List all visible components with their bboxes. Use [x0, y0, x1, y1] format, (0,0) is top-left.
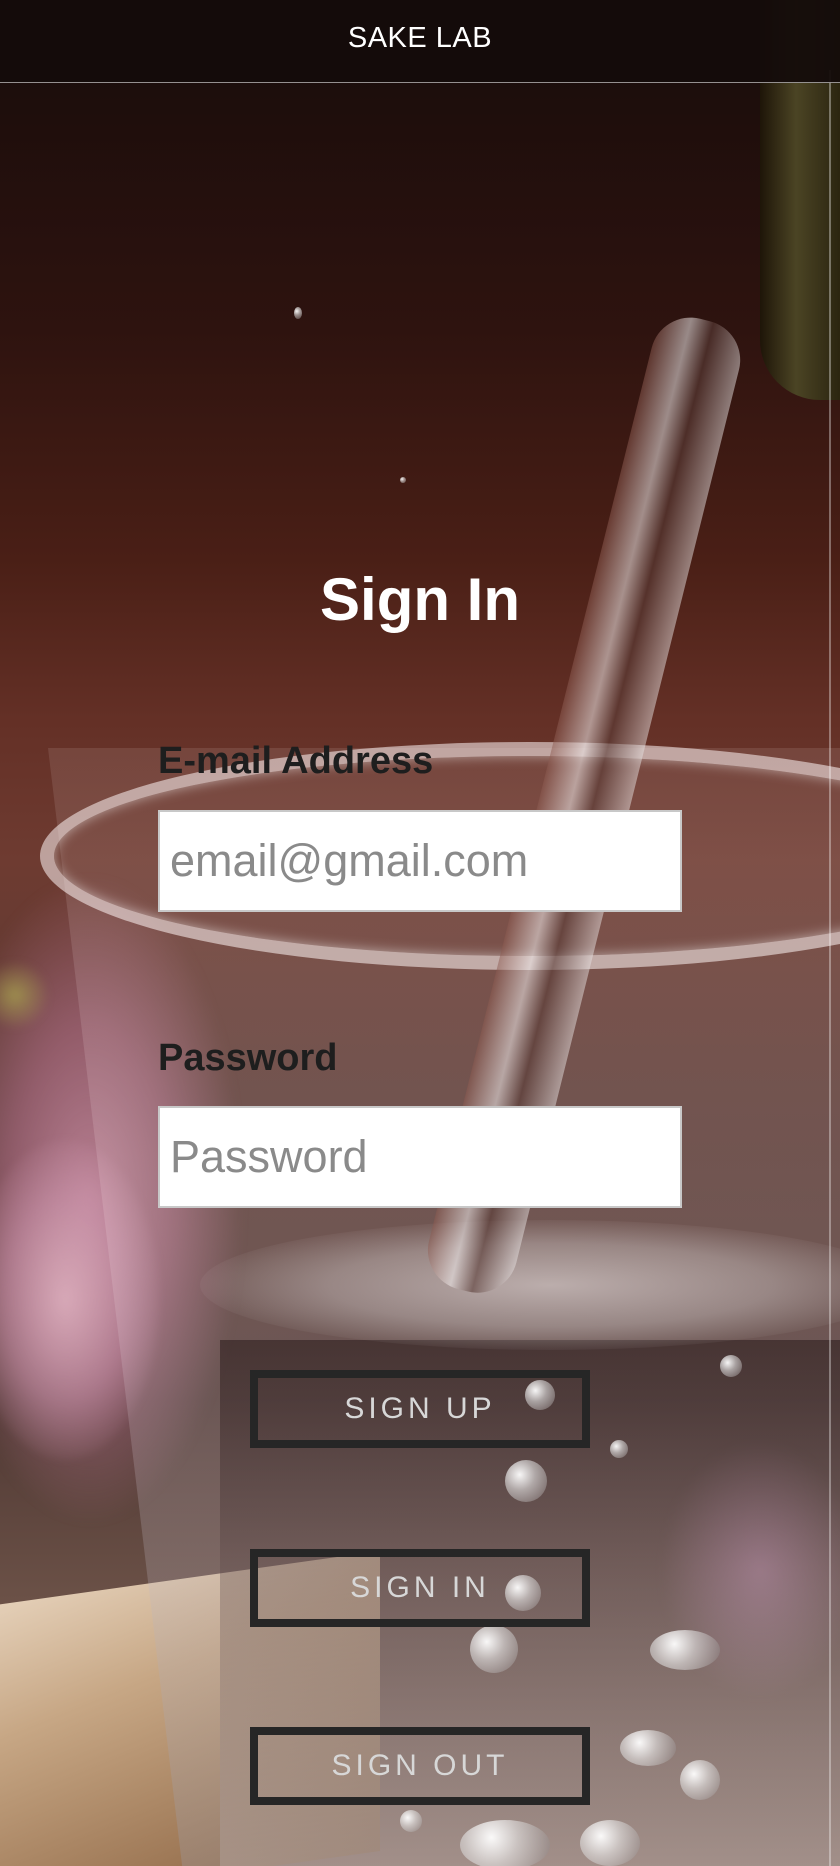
sign-in-button[interactable]: SIGN IN — [250, 1549, 590, 1627]
page-title: Sign In — [320, 566, 520, 633]
password-label: Password — [158, 1037, 338, 1079]
sign-up-button[interactable]: SIGN UP — [250, 1370, 590, 1448]
sign-out-button[interactable]: SIGN OUT — [250, 1727, 590, 1805]
email-field[interactable] — [158, 810, 682, 912]
email-label: E-mail Address — [158, 740, 434, 782]
sign-in-form: Sign In E-mail Address Password SIGN UP … — [0, 0, 840, 1866]
password-field[interactable] — [158, 1106, 682, 1208]
